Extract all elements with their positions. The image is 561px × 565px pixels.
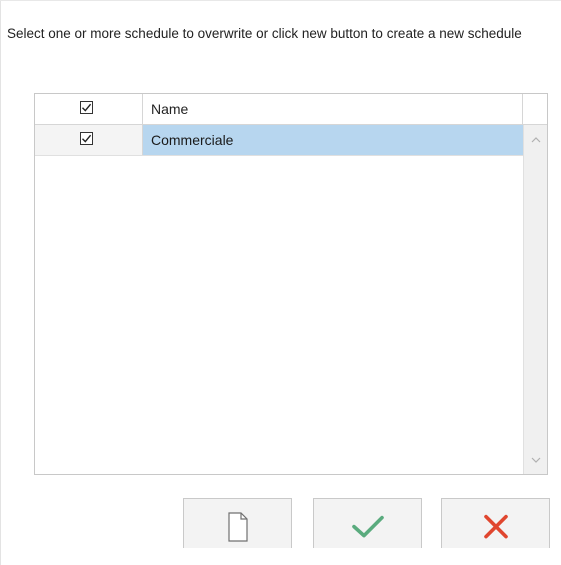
window-top-border (0, 0, 561, 1)
grid-header: Name (35, 94, 547, 125)
header-checkbox-cell[interactable] (35, 94, 143, 124)
row-checkbox-cell[interactable] (35, 125, 143, 155)
scroll-down-arrow-icon[interactable] (531, 456, 541, 464)
table-row[interactable]: Commerciale (35, 125, 523, 156)
schedule-name: Commerciale (151, 132, 234, 148)
row-checkbox[interactable] (80, 132, 93, 145)
header-name-cell[interactable]: Name (143, 94, 523, 124)
new-document-icon (227, 511, 248, 542)
row-name-cell[interactable]: Commerciale (143, 125, 523, 155)
schedule-grid[interactable]: Name Commerciale (34, 93, 548, 475)
checkmark-icon (82, 134, 92, 143)
name-column-header: Name (151, 101, 189, 117)
window-left-border (0, 0, 1, 565)
confirm-button[interactable] (313, 498, 422, 548)
vertical-scrollbar[interactable] (523, 125, 547, 474)
select-all-checkbox[interactable] (80, 101, 93, 114)
checkmark-icon (351, 515, 384, 537)
checkmark-icon (82, 103, 92, 112)
close-icon (483, 514, 508, 538)
instructions-text: Select one or more schedule to overwrite… (7, 26, 522, 41)
new-schedule-button[interactable] (183, 498, 292, 548)
scroll-up-arrow-icon[interactable] (531, 136, 541, 144)
cancel-button[interactable] (441, 498, 550, 548)
